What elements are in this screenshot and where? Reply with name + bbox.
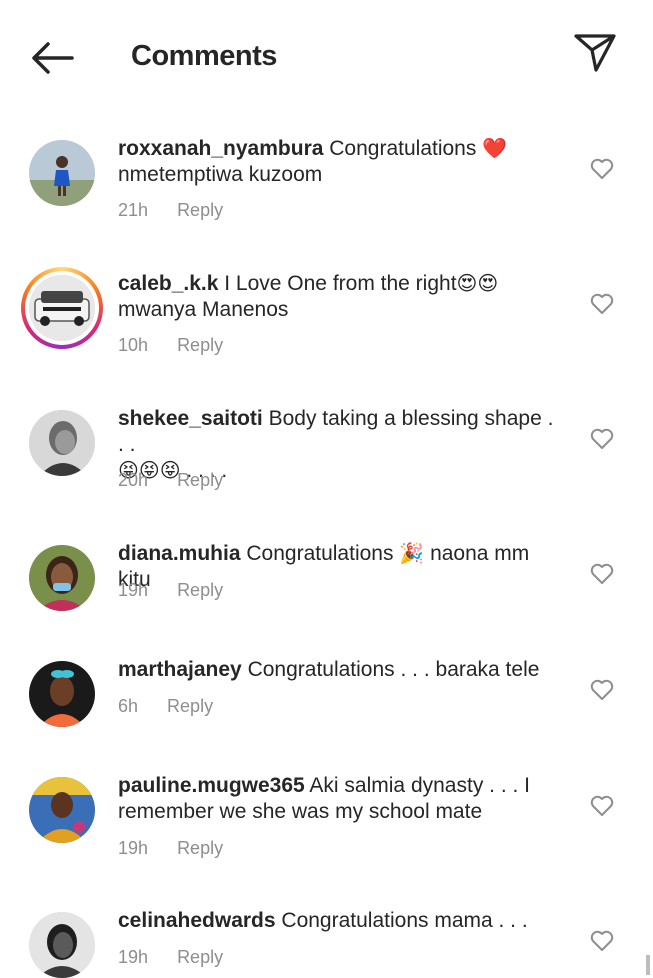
comment-username[interactable]: celinahedwards	[118, 909, 276, 932]
like-button[interactable]	[590, 795, 614, 817]
heart-outline-icon	[590, 428, 614, 449]
heart-outline-icon	[590, 158, 614, 179]
comment-body: Aki salmia dynasty . . . I	[309, 774, 530, 797]
heart-outline-icon	[590, 795, 614, 816]
back-button[interactable]	[28, 38, 76, 78]
avatar[interactable]	[29, 410, 95, 476]
comment-body-line2: nmetemptiwa kuzoom	[118, 163, 323, 186]
comment-time: 21h	[118, 200, 149, 220]
avatar[interactable]	[29, 140, 95, 206]
comment-time: 10h	[118, 335, 149, 355]
comment-username[interactable]: diana.muhia	[118, 542, 241, 565]
heart-outline-icon	[590, 293, 614, 314]
comment-meta: 19h Reply	[118, 580, 223, 601]
comment-body: Congratulations	[246, 542, 394, 565]
comment-time: 19h	[118, 947, 149, 967]
comment-text: marthajaney Congratulations . . . baraka…	[118, 657, 558, 683]
reply-button[interactable]: Reply	[177, 838, 223, 859]
reply-button[interactable]: Reply	[177, 947, 223, 968]
comment-text: pauline.mugwe365 Aki salmia dynasty . . …	[118, 773, 558, 825]
comment-username[interactable]: marthajaney	[118, 658, 242, 681]
comment-text: celinahedwards Congratulations mama . . …	[118, 908, 558, 934]
reply-button[interactable]: Reply	[177, 580, 223, 601]
comment-time: 6h	[118, 696, 139, 716]
arrow-left-icon	[32, 42, 74, 74]
heart-eyes-emoji: 😍😍	[456, 273, 499, 295]
comment-body: Congratulations mama . . .	[281, 909, 528, 932]
comment-time: 20h	[118, 470, 149, 490]
avatar[interactable]	[29, 661, 95, 727]
comment-meta: 19h Reply	[118, 947, 223, 968]
like-button[interactable]	[590, 428, 614, 450]
avatar[interactable]	[21, 267, 103, 349]
page-title: Comments	[131, 40, 277, 72]
like-button[interactable]	[590, 158, 614, 180]
comment-body: I Love One from the right	[224, 272, 457, 295]
comment-username[interactable]: shekee_saitoti	[118, 407, 263, 430]
header: Comments	[0, 0, 653, 112]
avatar[interactable]	[29, 912, 95, 978]
like-button[interactable]	[590, 563, 614, 585]
comment-body-line2: mwanya Manenos	[118, 298, 289, 321]
reply-button[interactable]: Reply	[177, 200, 223, 221]
reply-button[interactable]: Reply	[177, 470, 223, 491]
avatar[interactable]	[29, 545, 95, 611]
comment-text: caleb_.k.k I Love One from the right😍😍 m…	[118, 271, 558, 323]
comment-time: 19h	[118, 838, 149, 858]
send-button[interactable]	[572, 32, 618, 74]
reply-button[interactable]: Reply	[177, 335, 223, 356]
comment-meta: 19h Reply	[118, 838, 223, 859]
comment-body: Congratulations	[329, 137, 477, 160]
reply-button[interactable]: Reply	[167, 696, 213, 717]
like-button[interactable]	[590, 930, 614, 952]
scrollbar[interactable]	[646, 955, 650, 975]
avatar[interactable]	[29, 777, 95, 843]
like-button[interactable]	[590, 293, 614, 315]
comment-meta: 6h Reply	[118, 696, 213, 717]
comment-body: Congratulations . . . baraka tele	[247, 658, 540, 681]
party-popper-emoji: 🎉	[399, 543, 425, 565]
like-button[interactable]	[590, 679, 614, 701]
comment-meta: 20h Reply	[118, 470, 223, 491]
heart-emoji: ❤️	[482, 138, 508, 160]
heart-outline-icon	[590, 679, 614, 700]
comment-meta: 10h Reply	[118, 335, 223, 356]
comment-username[interactable]: pauline.mugwe365	[118, 774, 305, 797]
heart-outline-icon	[590, 930, 614, 951]
comment-meta: 21h Reply	[118, 200, 223, 221]
comment-time: 19h	[118, 580, 149, 600]
paper-plane-icon	[574, 34, 616, 72]
comment-username[interactable]: caleb_.k.k	[118, 272, 218, 295]
comment-body-line2: remember we she was my school mate	[118, 800, 483, 823]
heart-outline-icon	[590, 563, 614, 584]
comment-username[interactable]: roxxanah_nyambura	[118, 137, 323, 160]
comment-text: roxxanah_nyambura Congratulations ❤️ nme…	[118, 136, 558, 188]
